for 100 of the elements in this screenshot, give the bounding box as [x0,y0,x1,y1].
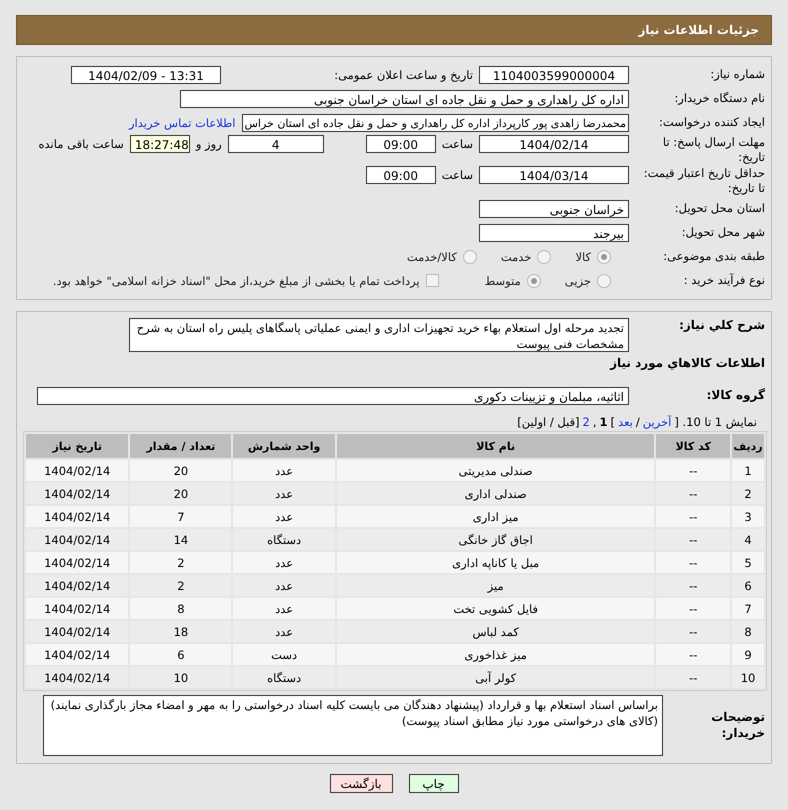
field-label: شهر محل تحویل: [680,225,766,240]
pagination-text: [قبل / اولین] [517,415,580,429]
days-field[interactable]: 4 [228,135,324,153]
table-cell: اجاق گاز خانگی [336,529,654,550]
description-field[interactable]: تجدید مرحله اول استعلام بهاء خرید تجهیزات اداری و ایمنی عملیاتی پاسگاهای پلیس راه استان به شرح مشخصات فنی پیوست [129,318,629,352]
table-cell: دستگاه [233,529,335,550]
column-header: تعداد / مقدار [130,434,232,458]
column-header: تاریخ نیاز [26,434,128,458]
goods-group-field[interactable]: اثاثیه، مبلمان و تزیینات دکوری [37,386,629,404]
remaining-label: ساعت باقی مانده [38,136,124,151]
table-cell: عدد [233,552,335,573]
radio-button[interactable] [462,250,477,264]
table-cell: 1404/02/14 [26,598,128,619]
field-label: طبقه بندی موضوعی: [662,249,766,264]
table-cell: کمد لباس [336,621,654,642]
column-header: نام کالا [336,434,654,458]
column-header: واحد شمارش [233,434,335,458]
table-cell: 18 [130,621,232,642]
table-cell: عدد [233,575,335,596]
table-cell: 1404/02/14 [26,460,128,481]
table-cell: 8 [732,621,764,642]
buyer-notes-field[interactable]: براساس اسناد استعلام بها و قرارداد (پیشنهاد دهندگان می بایست کلیه اسناد درخواستی را به مهر و امضاء مجاز بارگذاری نمایند)(کالای های درخواستی مورد نیاز مطابق اسناد پیوست) [43,695,663,756]
need-number-field[interactable]: 1104003599000004 [479,66,629,84]
field-label: حداقل تاریخ اعتبار قیمت: تا تاریخ: [642,166,766,196]
table-cell: صندلی اداری [336,483,654,504]
radio-button[interactable] [526,274,541,288]
requester-field[interactable]: محمدرضا زاهدی پور کارپرداز اداره کل راهداری و حمل و نقل جاده ای استان خراس [242,114,629,132]
table-cell: 7 [130,506,232,527]
field-label: شرح کلي نياز: [678,318,766,334]
field-label: ایجاد کننده درخواست: [658,115,766,130]
table-cell: 3 [732,506,764,527]
table-cell: عدد [233,460,335,481]
table-cell: 10 [732,667,764,688]
remaining-time-field[interactable]: 18:27:48 [130,135,190,153]
validity-time-field[interactable]: 09:00 [366,166,436,184]
table-cell: فایل کشویی تخت [336,598,654,619]
table-cell: 1404/02/14 [26,483,128,504]
deadline-time-field[interactable]: 09:00 [366,135,436,153]
table-cell: -- [656,621,730,642]
pagination-text: , [592,415,597,429]
pagination-link[interactable]: 2 [582,415,590,429]
table-cell: -- [656,644,730,665]
field-label: تاریخ و ساعت اعلان عمومی: [333,68,473,82]
option-label: کالا [575,250,591,264]
table-cell: صندلی مدیریتی [336,460,654,481]
checkbox[interactable] [426,274,439,287]
table-cell: عدد [233,621,335,642]
column-header: ردیف [732,434,764,458]
print-button[interactable]: چاپ [408,774,458,793]
table-cell: عدد [233,483,335,504]
pagination-link[interactable]: آخرین [642,415,672,429]
column-header: کد کالا [656,434,730,458]
table-cell: 6 [732,575,764,596]
table-cell: میز [336,575,654,596]
table-cell: کولر آبی [336,667,654,688]
radio-button[interactable] [537,250,552,264]
table-cell: 6 [130,644,232,665]
table-cell: مبل یا کاناپه اداری [336,552,654,573]
table-cell: -- [656,575,730,596]
table-cell: دست [233,644,335,665]
table-cell: 2 [130,552,232,573]
buyer-field[interactable]: اداره کل راهداری و حمل و نقل جاده ای استان خراسان جنوبی [180,90,629,108]
deadline-date-field[interactable]: 1404/02/14 [479,135,629,153]
field-label: نوع فرآیند خرید : [682,273,766,288]
field-label: نام دستگاه خریدار: [673,91,766,106]
table-cell: 2 [130,575,232,596]
days-label: روز و [196,136,222,151]
field-label: توضیحات خریدار: [710,710,766,742]
field-label: شماره نیاز: [709,67,766,82]
radio-button[interactable] [597,274,611,288]
city-field[interactable]: بیرجند [479,224,629,242]
option-label: متوسط [484,274,521,288]
back-button[interactable]: بازگشت [330,774,392,793]
table-cell: 1404/02/14 [26,552,128,573]
field-label: گروه کالا: [706,388,766,404]
table-cell: 10 [130,667,232,688]
option-label: پرداخت تمام یا بخشی از مبلغ خرید،از محل "اسناد خزانه اسلامی" خواهد بود. [52,274,420,288]
radio-button[interactable] [597,250,611,264]
table-cell: 1 [732,460,764,481]
table-cell: 2 [732,483,764,504]
time-label: ساعت [442,167,473,182]
table-cell: 1404/02/14 [26,575,128,596]
contact-link[interactable]: اطلاعات تماس خریدار [128,116,236,130]
table-cell: -- [656,529,730,550]
pagination-text: ] [610,415,616,429]
table-cell: 5 [732,552,764,573]
pagination-link[interactable]: بعد [618,415,633,429]
table-cell: 20 [130,483,232,504]
announce-date-field[interactable]: 1404/02/09 - 13:31 [71,66,221,84]
table-cell: 1404/02/14 [26,506,128,527]
table-cell: -- [656,460,730,481]
table-cell: -- [656,506,730,527]
province-field[interactable]: خراسان جنوبی [479,200,629,218]
table-cell: 20 [130,460,232,481]
table-cell: عدد [233,506,335,527]
page-title: جزئیات اطلاعات نیاز [638,23,759,37]
table-cell: 1404/02/14 [26,667,128,688]
time-label: ساعت [442,136,473,151]
table-cell: 9 [732,644,764,665]
validity-date-field[interactable]: 1404/03/14 [479,166,629,184]
